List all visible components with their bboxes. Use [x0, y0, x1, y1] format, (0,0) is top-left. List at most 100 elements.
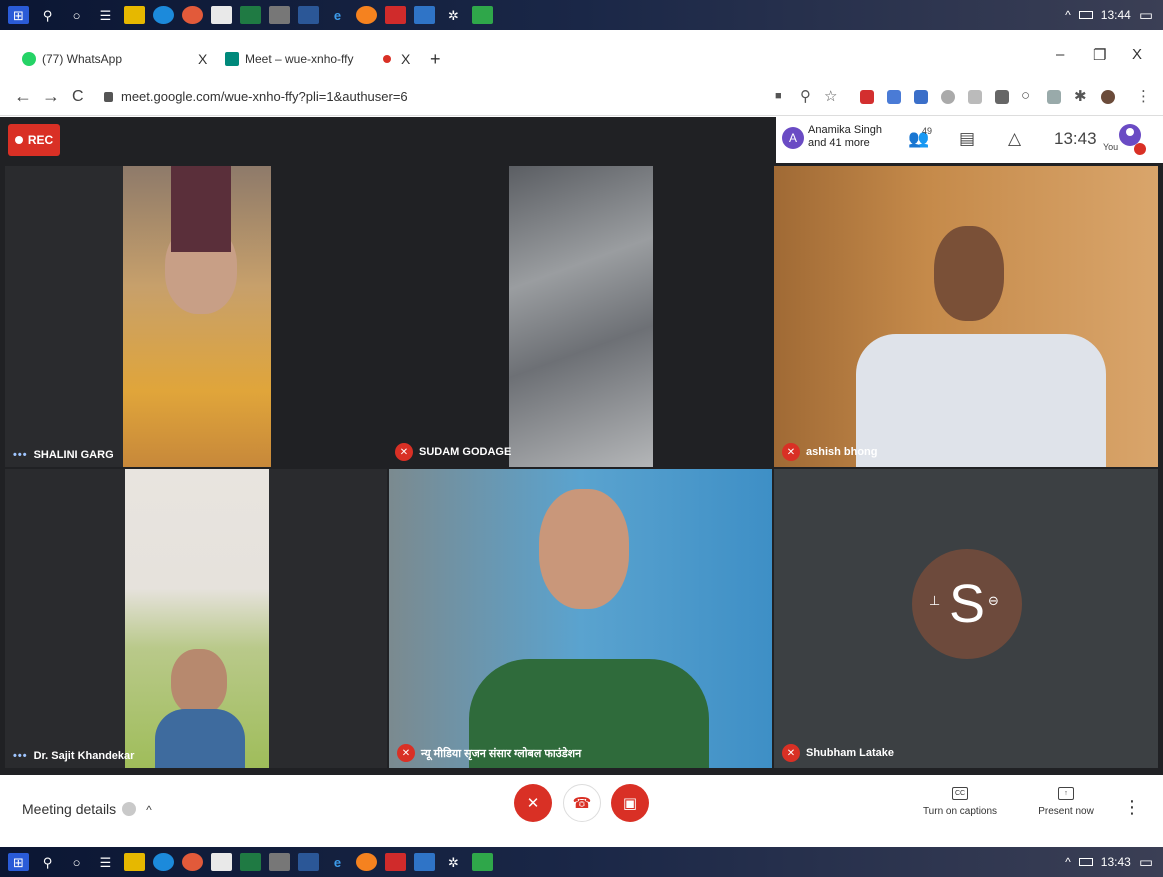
- participant-tile[interactable]: ✕ ashish bhong: [774, 166, 1158, 467]
- extension-dark-icon[interactable]: [995, 90, 1009, 104]
- windows-taskbar-top: ⊞ ⚲ ○ ☰ e ✲ ^ 13:44 ▭: [0, 0, 1163, 30]
- green-app-icon[interactable]: [472, 6, 493, 24]
- battery-icon[interactable]: [1078, 858, 1093, 866]
- mic-toggle-button[interactable]: ✕: [514, 784, 552, 822]
- notification-icon[interactable]: ▭: [1139, 6, 1153, 24]
- edge-icon[interactable]: [153, 853, 174, 871]
- participant-tile[interactable]: ✕ न्यू मीडिया सृजन संसार ग्लोबल फाउंडेशन: [389, 469, 772, 768]
- settings-icon[interactable]: ✲: [443, 6, 464, 24]
- store-icon[interactable]: [211, 6, 232, 24]
- camera-off-icon: ▣: [622, 795, 638, 812]
- meet-top-controls: A Anamika Singh and 41 more 👥 49 ▤ △ 13:…: [776, 117, 1163, 163]
- firefox-icon[interactable]: [356, 6, 377, 24]
- puzzle-icon[interactable]: ✱: [1074, 87, 1087, 105]
- word-icon[interactable]: [298, 6, 319, 24]
- participant-tile[interactable]: S ⊥ ⊖ ✕ Shubham Latake: [774, 469, 1158, 768]
- search-icon[interactable]: ⚲: [37, 6, 58, 24]
- green-app-icon[interactable]: [472, 853, 493, 871]
- file-explorer-icon[interactable]: [124, 6, 145, 24]
- calculator-icon[interactable]: [269, 853, 290, 871]
- close-tab-icon[interactable]: X: [198, 51, 207, 67]
- more-options-icon[interactable]: ⋮: [1123, 797, 1141, 818]
- ie-icon[interactable]: e: [327, 6, 348, 24]
- windows-start-icon[interactable]: ⊞: [8, 853, 29, 871]
- excel-icon[interactable]: [240, 853, 261, 871]
- zoom-icon[interactable]: ⚲: [800, 87, 811, 105]
- extension-gray-icon[interactable]: [941, 90, 955, 104]
- tab-whatsapp[interactable]: (77) WhatsApp X: [22, 46, 212, 72]
- camera-toggle-button[interactable]: ▣: [611, 784, 649, 822]
- browser-address-bar: ← → C meet.google.com/wue-xnho-ffy?pli=1…: [0, 78, 1163, 116]
- extension-circle-icon[interactable]: ○: [1021, 87, 1030, 104]
- chat-icon[interactable]: ▤: [959, 129, 975, 149]
- battery-icon[interactable]: [1078, 11, 1093, 19]
- task-view-icon[interactable]: ☰: [95, 853, 116, 871]
- pin-icon[interactable]: ⊥: [929, 593, 940, 609]
- tray-clock[interactable]: 13:44: [1101, 8, 1131, 22]
- firefox-icon[interactable]: [356, 853, 377, 871]
- word-icon[interactable]: [298, 853, 319, 871]
- extension-red-icon[interactable]: [860, 90, 874, 104]
- task-view-icon[interactable]: ☰: [95, 6, 116, 24]
- extension-drive-icon[interactable]: [914, 90, 928, 104]
- close-tab-icon[interactable]: X: [401, 51, 410, 67]
- photos-icon[interactable]: [414, 853, 435, 871]
- people-count-badge: 49: [922, 126, 933, 136]
- video-feed: [509, 166, 653, 467]
- back-arrow-icon[interactable]: ←: [14, 86, 32, 107]
- participant-tile[interactable]: ••• Dr. Sajit Khandekar: [5, 469, 387, 768]
- forward-arrow-icon[interactable]: →: [42, 86, 60, 107]
- file-explorer-icon[interactable]: [124, 853, 145, 871]
- store-icon[interactable]: [211, 853, 232, 871]
- tray-clock[interactable]: 13:43: [1101, 855, 1131, 869]
- minimize-button[interactable]: –: [1056, 46, 1064, 63]
- leave-call-button[interactable]: ☎: [563, 784, 601, 822]
- tab-meet[interactable]: Meet – wue-xnho-ffy X: [225, 46, 415, 72]
- participant-tile[interactable]: ••• SHALINI GARG: [5, 166, 271, 467]
- restore-button[interactable]: ❐: [1093, 46, 1106, 64]
- media-icon[interactable]: [385, 853, 406, 871]
- chrome-icon[interactable]: [182, 853, 203, 871]
- captions-button[interactable]: CC Turn on captions: [922, 787, 998, 817]
- participant-tile[interactable]: ✕ SUDAM GODAGE: [273, 166, 772, 467]
- browser-tab-bar: (77) WhatsApp X Meet – wue-xnho-ffy X + …: [0, 40, 1163, 76]
- excel-icon[interactable]: [240, 6, 261, 24]
- chrome-icon[interactable]: [182, 6, 203, 24]
- cortana-icon[interactable]: ○: [66, 853, 87, 871]
- captions-icon: CC: [952, 787, 968, 800]
- media-icon[interactable]: [385, 6, 406, 24]
- extension-blue-icon[interactable]: [887, 90, 901, 104]
- ie-icon[interactable]: e: [327, 853, 348, 871]
- settings-icon[interactable]: ✲: [443, 853, 464, 871]
- calculator-icon[interactable]: [269, 6, 290, 24]
- attendees-summary[interactable]: Anamika Singh and 41 more: [808, 124, 882, 150]
- attendee-avatar[interactable]: A: [782, 127, 804, 149]
- windows-start-icon[interactable]: ⊞: [8, 6, 29, 24]
- present-now-button[interactable]: ↑ Present now: [1034, 787, 1098, 817]
- extension-light-icon[interactable]: [968, 90, 982, 104]
- mic-off-icon: ✕: [782, 443, 800, 461]
- cortana-icon[interactable]: ○: [66, 6, 87, 24]
- bookmark-star-icon[interactable]: ☆: [824, 87, 837, 105]
- search-icon[interactable]: ⚲: [37, 853, 58, 871]
- mic-off-icon: ✕: [526, 795, 540, 812]
- kebab-menu-icon[interactable]: ⋮: [1136, 87, 1151, 105]
- activities-icon[interactable]: △: [1008, 129, 1021, 149]
- chevron-up-icon[interactable]: ^: [1065, 8, 1071, 22]
- chevron-up-icon[interactable]: ^: [1065, 855, 1071, 869]
- edge-icon[interactable]: [153, 6, 174, 24]
- camera-icon[interactable]: ■: [775, 90, 782, 102]
- remove-icon[interactable]: ⊖: [988, 593, 999, 609]
- you-label: You: [1103, 142, 1119, 152]
- new-tab-button[interactable]: +: [430, 46, 441, 72]
- extension-q-icon[interactable]: [1047, 90, 1061, 104]
- meeting-details-button[interactable]: Meeting details ^: [22, 801, 152, 817]
- profile-avatar[interactable]: [1101, 90, 1115, 104]
- photos-icon[interactable]: [414, 6, 435, 24]
- url-field[interactable]: meet.google.com/wue-xnho-ffy?pli=1&authu…: [104, 89, 408, 104]
- reload-icon[interactable]: C: [72, 88, 84, 106]
- notification-icon[interactable]: ▭: [1139, 853, 1153, 871]
- present-icon: ↑: [1058, 787, 1074, 800]
- chevron-up-icon: ^: [146, 803, 152, 817]
- close-window-button[interactable]: X: [1132, 46, 1142, 63]
